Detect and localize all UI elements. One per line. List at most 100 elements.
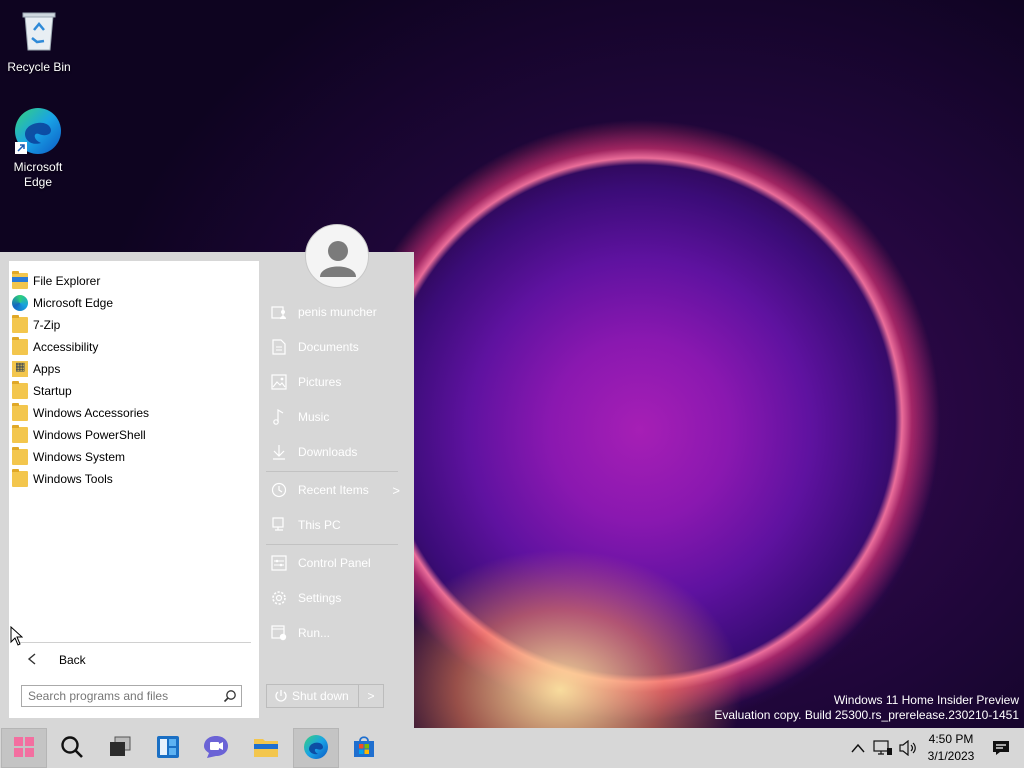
side-item-downloads[interactable]: Downloads xyxy=(266,437,406,467)
shutdown-label: Shut down xyxy=(292,689,349,703)
side-item-settings[interactable]: Settings xyxy=(266,583,406,613)
widgets-button[interactable] xyxy=(145,728,191,768)
gear-icon xyxy=(270,590,288,606)
task-view-icon xyxy=(108,736,132,761)
desktop-icon-label: Microsoft Edge xyxy=(13,160,63,189)
folder-icon xyxy=(12,403,28,421)
watermark-line-2: Evaluation copy. Build 25300.rs_prerelea… xyxy=(714,708,1019,722)
folder-icon xyxy=(12,425,28,443)
search-icon xyxy=(60,735,84,762)
shutdown-options-button[interactable]: > xyxy=(359,685,383,707)
program-label: Windows System xyxy=(33,450,126,464)
download-icon xyxy=(270,444,288,460)
side-item-label: Documents xyxy=(298,340,359,354)
side-item-pictures[interactable]: Pictures xyxy=(266,367,406,397)
side-item-label: Control Panel xyxy=(298,556,371,570)
search-icon[interactable] xyxy=(223,689,237,706)
chevron-right-icon: > xyxy=(392,482,400,498)
side-item-control-panel[interactable]: Control Panel xyxy=(266,548,406,578)
apps-folder-icon xyxy=(12,360,28,377)
clock[interactable]: 4:50 PM 3/1/2023 xyxy=(924,731,978,765)
computer-icon xyxy=(270,517,288,533)
program-label: Startup xyxy=(33,384,72,398)
windows-logo-icon xyxy=(13,736,35,761)
file-explorer-icon xyxy=(253,736,279,761)
desktop-icon-edge[interactable]: Microsoft Edge xyxy=(0,106,76,190)
folder-icon xyxy=(12,315,28,333)
clock-icon xyxy=(270,482,288,498)
divider xyxy=(17,642,251,643)
widgets-icon xyxy=(156,735,180,762)
shutdown-button[interactable]: Shut down xyxy=(267,685,359,707)
search-box[interactable] xyxy=(21,685,242,707)
side-item-label: Pictures xyxy=(298,375,342,389)
tray-overflow-chevron-up-icon[interactable] xyxy=(850,739,866,757)
store-button[interactable] xyxy=(341,728,387,768)
folder-icon xyxy=(12,381,28,399)
program-item-file-explorer[interactable]: File Explorer xyxy=(11,270,257,292)
chevron-left-icon xyxy=(27,652,39,669)
side-item-documents[interactable]: Documents xyxy=(266,332,406,362)
folder-icon xyxy=(12,337,28,355)
edge-button[interactable] xyxy=(293,728,339,768)
program-item-7zip[interactable]: 7-Zip xyxy=(11,314,257,336)
program-item-microsoft-edge[interactable]: Microsoft Edge xyxy=(11,292,257,314)
program-item-windows-system[interactable]: Windows System xyxy=(11,446,257,468)
program-label: Microsoft Edge xyxy=(33,296,114,310)
volume-icon[interactable] xyxy=(898,739,918,757)
divider xyxy=(266,471,398,472)
chat-button[interactable] xyxy=(193,728,239,768)
side-item-label: Downloads xyxy=(298,445,358,459)
side-item-music[interactable]: Music xyxy=(266,402,406,432)
program-item-startup[interactable]: Startup xyxy=(11,380,257,402)
recycle-bin-icon xyxy=(1,8,77,56)
program-label: Windows Tools xyxy=(33,472,113,486)
watermark-line-1: Windows 11 Home Insider Preview xyxy=(833,693,1019,707)
side-item-this-pc[interactable]: This PC xyxy=(266,510,406,540)
side-item-user-folder[interactable]: penis muncher xyxy=(266,297,406,327)
side-item-label: This PC xyxy=(298,518,341,532)
side-item-run[interactable]: Run... xyxy=(266,618,406,648)
desktop-icon-label: Recycle Bin xyxy=(7,60,71,74)
program-item-windows-tools[interactable]: Windows Tools xyxy=(11,468,257,490)
run-icon xyxy=(270,625,288,641)
program-label: Windows PowerShell xyxy=(33,428,146,442)
folder-icon xyxy=(12,469,28,487)
edge-icon xyxy=(13,106,63,156)
evaluation-watermark: Windows 11 Home Insider Preview Evaluati… xyxy=(714,693,1019,723)
file-explorer-button[interactable] xyxy=(243,728,289,768)
back-label: Back xyxy=(59,653,86,667)
program-item-accessibility[interactable]: Accessibility xyxy=(11,336,257,358)
program-item-apps[interactable]: Apps xyxy=(11,358,257,380)
back-button[interactable]: Back xyxy=(17,649,251,671)
side-item-recent-items[interactable]: Recent Items > xyxy=(266,475,406,505)
side-item-label: Run... xyxy=(298,626,331,640)
start-menu: File Explorer Microsoft Edge 7-Zip Acces… xyxy=(0,252,414,728)
clock-date: 3/1/2023 xyxy=(927,749,975,763)
document-icon xyxy=(270,339,288,355)
chevron-right-icon: > xyxy=(367,689,375,703)
side-item-label: penis muncher xyxy=(298,305,377,319)
search-input[interactable] xyxy=(22,686,212,706)
program-item-windows-powershell[interactable]: Windows PowerShell xyxy=(11,424,257,446)
user-folder-icon xyxy=(270,304,288,320)
power-icon xyxy=(274,689,288,703)
edge-icon xyxy=(303,734,329,763)
program-item-windows-accessories[interactable]: Windows Accessories xyxy=(11,402,257,424)
folder-icon xyxy=(12,447,28,465)
control-panel-icon xyxy=(270,555,288,571)
file-explorer-icon xyxy=(12,271,28,289)
notification-center-icon[interactable] xyxy=(991,739,1011,757)
network-icon[interactable] xyxy=(873,739,893,757)
music-icon xyxy=(270,409,288,425)
search-button[interactable] xyxy=(49,728,95,768)
program-label: Windows Accessories xyxy=(33,406,150,420)
program-label: Apps xyxy=(33,362,61,376)
side-item-label: Settings xyxy=(298,591,342,605)
start-button[interactable] xyxy=(1,728,47,768)
avatar[interactable] xyxy=(305,224,369,288)
taskbar: 4:50 PM 3/1/2023 xyxy=(0,728,1024,768)
task-view-button[interactable] xyxy=(97,728,143,768)
program-label: 7-Zip xyxy=(33,318,61,332)
desktop-icon-recycle-bin[interactable]: Recycle Bin xyxy=(1,8,77,75)
